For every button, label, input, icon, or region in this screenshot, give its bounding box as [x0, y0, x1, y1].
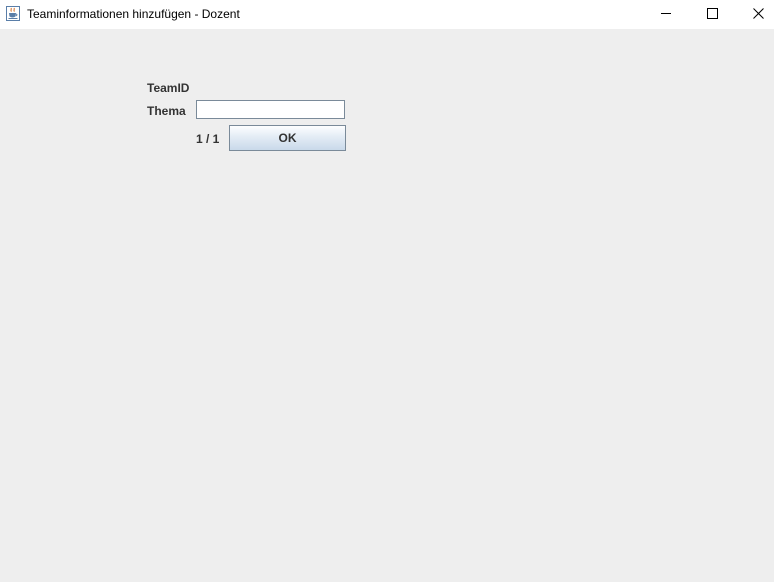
ok-button[interactable]: OK: [229, 125, 346, 151]
minimize-icon: [660, 6, 672, 24]
close-icon: [752, 6, 764, 24]
form-panel: TeamID Thema 1 / 1 OK: [0, 29, 774, 582]
page-counter: 1 / 1: [196, 132, 220, 146]
thema-label: Thema: [147, 104, 186, 118]
title-bar[interactable]: Teaminformationen hinzufügen - Dozent: [0, 0, 774, 29]
maximize-button[interactable]: [689, 0, 735, 29]
teamid-label: TeamID: [147, 81, 190, 95]
minimize-button[interactable]: [643, 0, 689, 29]
maximize-icon: [706, 6, 718, 24]
close-button[interactable]: [735, 0, 774, 29]
window-title: Teaminformationen hinzufügen - Dozent: [27, 7, 240, 21]
thema-input[interactable]: [196, 100, 345, 119]
app-window: Teaminformationen hinzufügen - Dozent Te…: [0, 0, 774, 582]
java-cup-icon: [6, 6, 20, 21]
